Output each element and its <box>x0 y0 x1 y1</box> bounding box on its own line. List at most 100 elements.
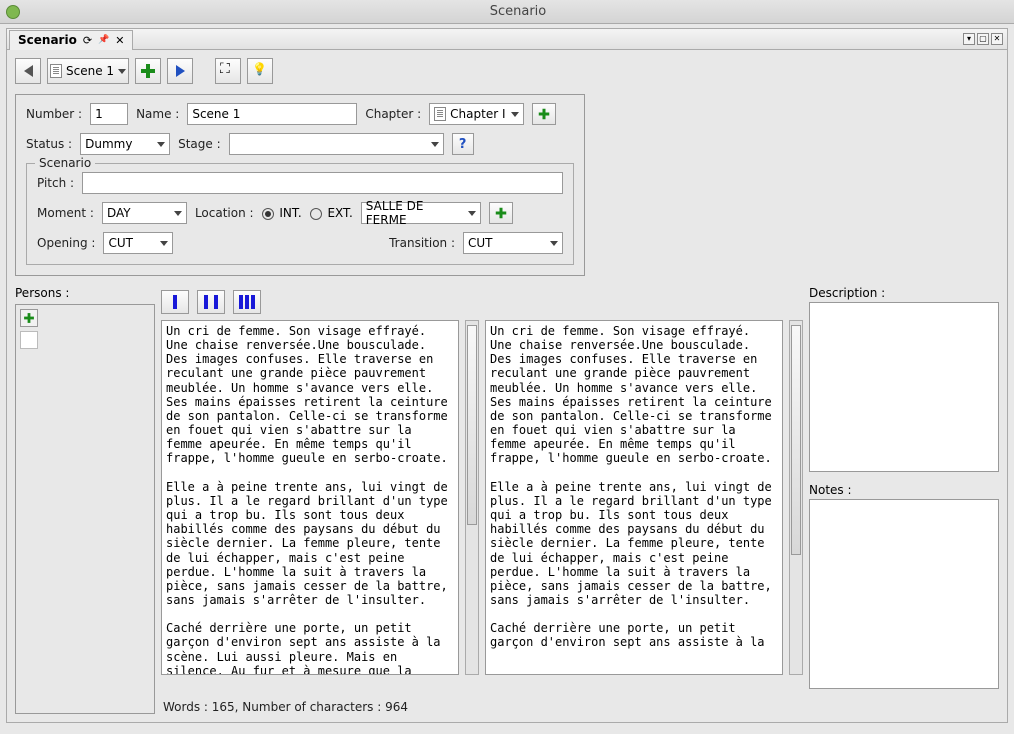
persons-panel: Persons : <box>15 286 155 714</box>
window-close-button[interactable] <box>6 5 20 19</box>
ext-label: EXT. <box>327 206 352 220</box>
main-panel: Scene 1 Number : Name : Chapter : Chapte… <box>6 50 1008 723</box>
plus-icon <box>496 208 507 219</box>
opening-value: CUT <box>108 236 133 250</box>
chevron-down-icon <box>468 211 476 216</box>
tab-window-controls: ▾ ▢ ✕ <box>963 33 1007 45</box>
play-button[interactable] <box>167 58 193 84</box>
column-icon <box>245 295 249 309</box>
tab-scenario[interactable]: Scenario ⟳ 📌 ✕ <box>9 30 133 50</box>
lower-area: Persons : Un cri de femme. Son visage ef… <box>15 286 999 714</box>
editor-status: Words : 165, Number of characters : 964 <box>161 696 803 714</box>
transition-value: CUT <box>468 236 493 250</box>
add-location-button[interactable] <box>489 202 513 224</box>
int-label: INT. <box>279 206 301 220</box>
notes-label: Notes : <box>809 483 999 497</box>
moment-label: Moment : <box>37 206 94 220</box>
add-scene-button[interactable] <box>135 58 161 84</box>
radio-icon <box>310 208 322 220</box>
scenario-legend: Scenario <box>35 156 95 170</box>
pin-icon[interactable]: 📌 <box>98 35 109 45</box>
editor-column: Un cri de femme. Son visage effrayé. Une… <box>161 286 803 714</box>
column-icon <box>214 295 218 309</box>
fullscreen-button[interactable] <box>215 58 241 84</box>
pitch-label: Pitch : <box>37 176 74 190</box>
status-select[interactable]: Dummy <box>80 133 170 155</box>
radio-checked-icon <box>262 208 274 220</box>
person-slot-empty[interactable] <box>20 331 38 349</box>
column-icon <box>204 295 208 309</box>
back-button[interactable] <box>15 58 41 84</box>
chevron-down-icon <box>550 241 558 246</box>
right-column: Description : Notes : <box>809 286 999 714</box>
scrollbar-left[interactable] <box>465 320 479 675</box>
editor-split: Un cri de femme. Son visage effrayé. Une… <box>161 320 803 696</box>
scene-selector-label: Scene 1 <box>66 64 114 78</box>
reload-icon: ⟳ <box>83 34 92 47</box>
scene-form: Number : Name : Chapter : Chapter I Stat… <box>15 94 585 276</box>
editor-right-pane[interactable]: Un cri de femme. Son visage effrayé. Une… <box>485 320 783 675</box>
opening-select[interactable]: CUT <box>103 232 173 254</box>
chapter-label: Chapter : <box>365 107 421 121</box>
opening-label: Opening : <box>37 236 95 250</box>
back-icon <box>24 65 33 77</box>
name-label: Name : <box>136 107 179 121</box>
chevron-down-icon <box>118 69 126 74</box>
description-textarea[interactable] <box>809 302 999 472</box>
ext-radio[interactable]: EXT. <box>310 206 353 220</box>
stage-select[interactable] <box>229 133 444 155</box>
status-label: Status : <box>26 137 72 151</box>
add-person-button[interactable] <box>20 309 38 327</box>
chapter-value: Chapter I <box>450 107 505 121</box>
idea-button[interactable] <box>247 58 273 84</box>
scenario-fieldset: Scenario Pitch : Moment : DAY Location :… <box>26 163 574 265</box>
play-icon <box>176 65 185 77</box>
add-chapter-button[interactable] <box>532 103 556 125</box>
layout-two-column-button[interactable] <box>197 290 225 314</box>
tab-minimize-icon[interactable]: ▾ <box>963 33 975 45</box>
location-label: Location : <box>195 206 254 220</box>
number-input[interactable] <box>90 103 128 125</box>
bulb-icon <box>253 64 267 78</box>
window-title: Scenario <box>28 4 1008 19</box>
location-select[interactable]: SALLE DE FERME <box>361 202 481 224</box>
editor-layout-toolbar <box>161 286 803 320</box>
number-label: Number : <box>26 107 82 121</box>
scroll-thumb[interactable] <box>467 325 477 525</box>
location-value: SALLE DE FERME <box>366 199 464 227</box>
int-radio[interactable]: INT. <box>262 206 302 220</box>
tab-close-icon[interactable]: ✕ <box>115 34 124 47</box>
scene-selector[interactable]: Scene 1 <box>47 58 129 84</box>
fullscreen-icon <box>221 64 235 78</box>
stage-help-button[interactable] <box>452 133 474 155</box>
scroll-thumb[interactable] <box>791 325 801 555</box>
toolbar: Scene 1 <box>15 58 999 84</box>
notes-textarea[interactable] <box>809 499 999 689</box>
chevron-down-icon <box>511 112 519 117</box>
layout-one-column-button[interactable] <box>161 290 189 314</box>
document-icon <box>50 64 62 78</box>
document-tab-bar: Scenario ⟳ 📌 ✕ ▾ ▢ ✕ <box>6 28 1008 50</box>
column-icon <box>173 295 177 309</box>
layout-three-column-button[interactable] <box>233 290 261 314</box>
transition-select[interactable]: CUT <box>463 232 563 254</box>
persons-list <box>15 304 155 714</box>
status-value: Dummy <box>85 137 132 151</box>
moment-select[interactable]: DAY <box>102 202 187 224</box>
tab-maximize-icon[interactable]: ▢ <box>977 33 989 45</box>
editor-left-pane[interactable]: Un cri de femme. Son visage effrayé. Une… <box>161 320 459 675</box>
moment-value: DAY <box>107 206 131 220</box>
plus-icon <box>24 313 34 323</box>
chapter-select[interactable]: Chapter I <box>429 103 524 125</box>
column-icon <box>251 295 255 309</box>
stage-label: Stage : <box>178 137 221 151</box>
plus-icon <box>141 64 155 78</box>
scrollbar-right[interactable] <box>789 320 803 675</box>
tab-close-window-icon[interactable]: ✕ <box>991 33 1003 45</box>
pitch-input[interactable] <box>82 172 563 194</box>
transition-label: Transition : <box>389 236 455 250</box>
persons-label: Persons : <box>15 286 155 300</box>
name-input[interactable] <box>187 103 357 125</box>
help-icon <box>459 137 467 152</box>
description-label: Description : <box>809 286 999 300</box>
